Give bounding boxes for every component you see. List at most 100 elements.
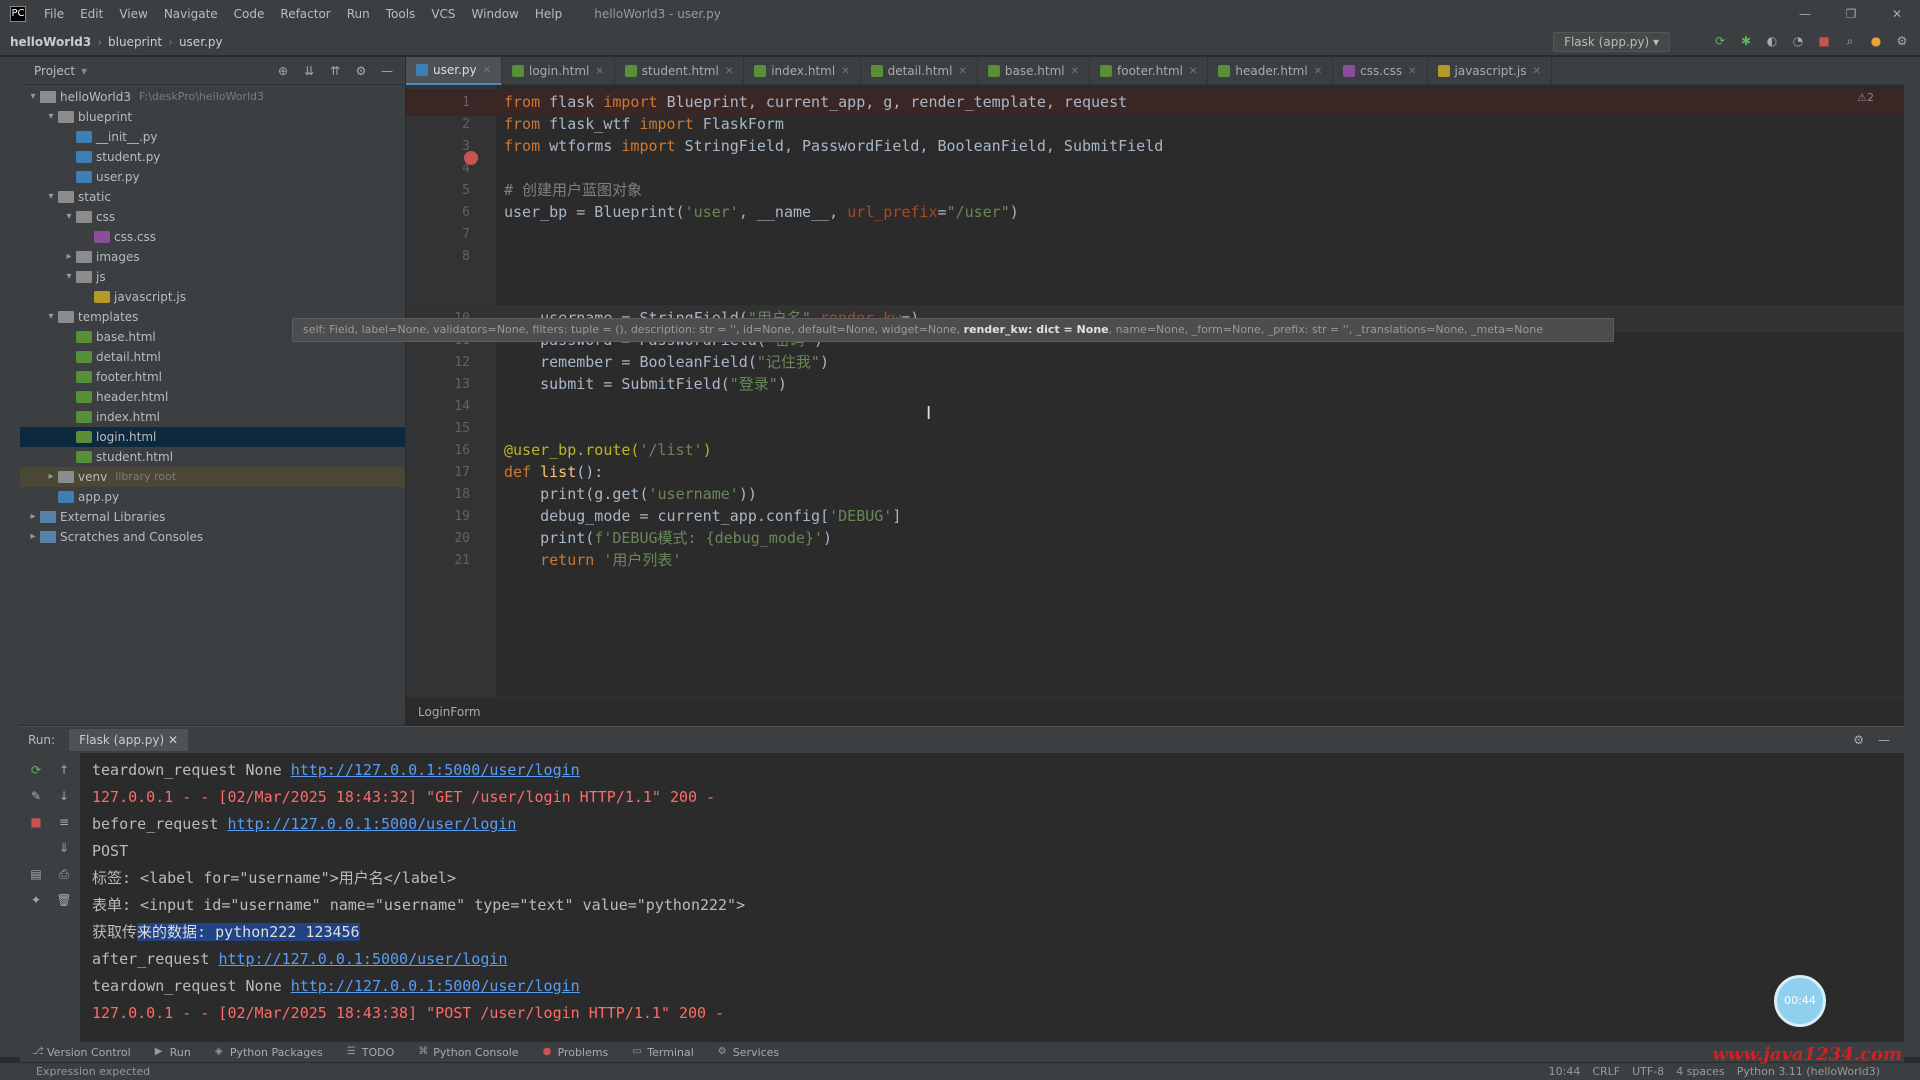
editor-tab[interactable]: header.html ✕ xyxy=(1208,57,1334,85)
recording-timer-badge[interactable]: 00:44 xyxy=(1774,975,1826,1027)
trash-icon[interactable]: 🗑 xyxy=(56,893,72,909)
close-tab-icon[interactable]: ✕ xyxy=(1408,66,1416,77)
stop-icon[interactable]: ■ xyxy=(28,815,44,831)
hide-icon[interactable]: — xyxy=(1878,733,1890,747)
tree-item[interactable]: ▾ helloWorld3 F:\deskPro\helloWorld3 xyxy=(20,87,405,107)
close-tab-icon[interactable]: ✕ xyxy=(1314,66,1322,77)
menu-navigate[interactable]: Navigate xyxy=(156,7,226,21)
debug-icon[interactable]: ✱ xyxy=(1738,32,1754,50)
tree-item[interactable]: ▸ Scratches and Consoles xyxy=(20,527,405,547)
close-tab-icon[interactable]: ✕ xyxy=(958,66,966,77)
tool-window-tab[interactable]: ▶ Run xyxy=(143,1046,203,1059)
hide-icon[interactable]: — xyxy=(379,64,395,78)
close-tab-icon[interactable]: ✕ xyxy=(595,66,603,77)
menu-view[interactable]: View xyxy=(111,7,155,21)
scroll-end-icon[interactable]: ⇓ xyxy=(56,841,72,857)
menu-code[interactable]: Code xyxy=(226,7,273,21)
tool-window-tab[interactable]: ▭ Terminal xyxy=(620,1046,706,1059)
close-tab-icon[interactable]: ✕ xyxy=(483,65,491,76)
editor-tab[interactable]: base.html ✕ xyxy=(978,57,1090,85)
editor-tab[interactable]: login.html ✕ xyxy=(502,57,615,85)
menu-vcs[interactable]: VCS xyxy=(423,7,463,21)
close-tab-icon[interactable]: ✕ xyxy=(725,66,733,77)
console-link[interactable]: http://127.0.0.1:5000/user/login xyxy=(218,950,507,968)
stop-icon[interactable]: ■ xyxy=(1816,32,1832,50)
expand-all-icon[interactable]: ⇊ xyxy=(301,64,317,78)
editor-tab[interactable]: index.html ✕ xyxy=(744,57,861,85)
file-encoding[interactable]: UTF-8 xyxy=(1632,1065,1664,1078)
chevron-down-icon[interactable]: ▾ xyxy=(44,307,58,327)
rerun-icon[interactable]: ⟳ xyxy=(28,763,44,779)
minimize-icon[interactable]: — xyxy=(1782,0,1828,28)
rerun-icon[interactable]: ⟳ xyxy=(1712,32,1728,50)
tree-item[interactable]: detail.html xyxy=(20,347,405,367)
menu-refactor[interactable]: Refactor xyxy=(272,7,338,21)
locate-icon[interactable]: ⊕ xyxy=(275,64,291,78)
tool-window-tab[interactable]: ⎇ Version Control xyxy=(20,1046,143,1059)
project-panel-title[interactable]: Project xyxy=(34,64,75,78)
layout-icon[interactable]: ▤ xyxy=(28,867,44,883)
caret-position[interactable]: 10:44 xyxy=(1549,1065,1581,1078)
console-link[interactable]: http://127.0.0.1:5000/user/login xyxy=(291,977,580,995)
chevron-down-icon[interactable]: ▾ xyxy=(62,207,76,227)
tree-item[interactable]: index.html xyxy=(20,407,405,427)
gear-icon[interactable]: ⚙ xyxy=(353,64,369,78)
close-tab-icon[interactable]: ✕ xyxy=(1189,66,1197,77)
editor-tab[interactable]: detail.html ✕ xyxy=(861,57,978,85)
line-separator[interactable]: CRLF xyxy=(1592,1065,1620,1078)
tool-window-tab[interactable]: ⚙ Services xyxy=(706,1046,791,1059)
scroll-down-icon[interactable]: ↓ xyxy=(56,789,72,805)
tree-item[interactable]: ▸ venv library root xyxy=(20,467,405,487)
tool-window-tab[interactable]: ◈ Python Packages xyxy=(203,1046,335,1059)
chevron-right-icon[interactable]: ▸ xyxy=(44,467,58,487)
menu-edit[interactable]: Edit xyxy=(72,7,111,21)
console-link[interactable]: http://127.0.0.1:5000/user/login xyxy=(291,761,580,779)
warnings-indicator[interactable]: ⚠2 xyxy=(1857,91,1874,104)
menu-help[interactable]: Help xyxy=(527,7,570,21)
chevron-down-icon[interactable]: ▾ xyxy=(62,267,76,287)
profile-icon[interactable]: ◔ xyxy=(1790,32,1806,50)
tree-item[interactable]: student.html xyxy=(20,447,405,467)
tree-item[interactable]: user.py xyxy=(20,167,405,187)
tree-item[interactable]: header.html xyxy=(20,387,405,407)
chevron-right-icon[interactable]: ▸ xyxy=(26,507,40,527)
breadcrumb-file[interactable]: user.py xyxy=(179,35,223,49)
tree-item[interactable]: footer.html xyxy=(20,367,405,387)
tool-window-tab[interactable]: ⌘ Python Console xyxy=(406,1046,530,1059)
run-tab[interactable]: Flask (app.py) ✕ xyxy=(69,729,189,751)
chevron-right-icon[interactable]: ▸ xyxy=(26,527,40,547)
gear-icon[interactable]: ⚙ xyxy=(1853,733,1864,747)
tool-window-tab[interactable]: ☰ TODO xyxy=(335,1046,407,1059)
tree-item[interactable]: ▾ blueprint xyxy=(20,107,405,127)
collapse-all-icon[interactable]: ⇈ xyxy=(327,64,343,78)
close-tab-icon[interactable]: ✕ xyxy=(1533,66,1541,77)
print-icon[interactable]: ⎙ xyxy=(56,867,72,883)
tree-item[interactable]: css.css xyxy=(20,227,405,247)
indent-setting[interactable]: 4 spaces xyxy=(1676,1065,1725,1078)
scroll-up-icon[interactable]: ↑ xyxy=(56,763,72,779)
menu-window[interactable]: Window xyxy=(464,7,527,21)
search-icon[interactable]: ⌕ xyxy=(1842,32,1858,50)
pin-icon[interactable]: ✦ xyxy=(28,893,44,909)
code-line[interactable]: 21 return '用户列表' xyxy=(406,547,1904,574)
close-icon[interactable]: ✕ xyxy=(1874,0,1920,28)
tree-item[interactable]: app.py xyxy=(20,487,405,507)
editor-tab[interactable]: student.html ✕ xyxy=(615,57,745,85)
menu-tools[interactable]: Tools xyxy=(378,7,424,21)
editor-tab[interactable]: user.py ✕ xyxy=(406,57,502,85)
breadcrumb-folder[interactable]: blueprint xyxy=(108,35,162,49)
editor-breadcrumb[interactable]: LoginForm xyxy=(406,697,1904,725)
tree-item[interactable]: ▾ js xyxy=(20,267,405,287)
close-tab-icon[interactable]: ✕ xyxy=(1071,66,1079,77)
wrench-icon[interactable]: ✎ xyxy=(28,789,44,805)
chevron-down-icon[interactable]: ▾ xyxy=(44,107,58,127)
soft-wrap-icon[interactable]: ≡ xyxy=(56,815,72,831)
tree-item[interactable]: ▸ images xyxy=(20,247,405,267)
chevron-right-icon[interactable]: ▸ xyxy=(62,247,76,267)
menu-file[interactable]: File xyxy=(36,7,72,21)
editor-tab[interactable]: css.css ✕ xyxy=(1333,57,1428,85)
run-configuration-select[interactable]: Flask (app.py) ▾ xyxy=(1553,32,1670,52)
settings-icon[interactable]: ⚙ xyxy=(1894,32,1910,50)
tree-item[interactable]: ▾ css xyxy=(20,207,405,227)
update-icon[interactable]: ● xyxy=(1868,32,1884,50)
